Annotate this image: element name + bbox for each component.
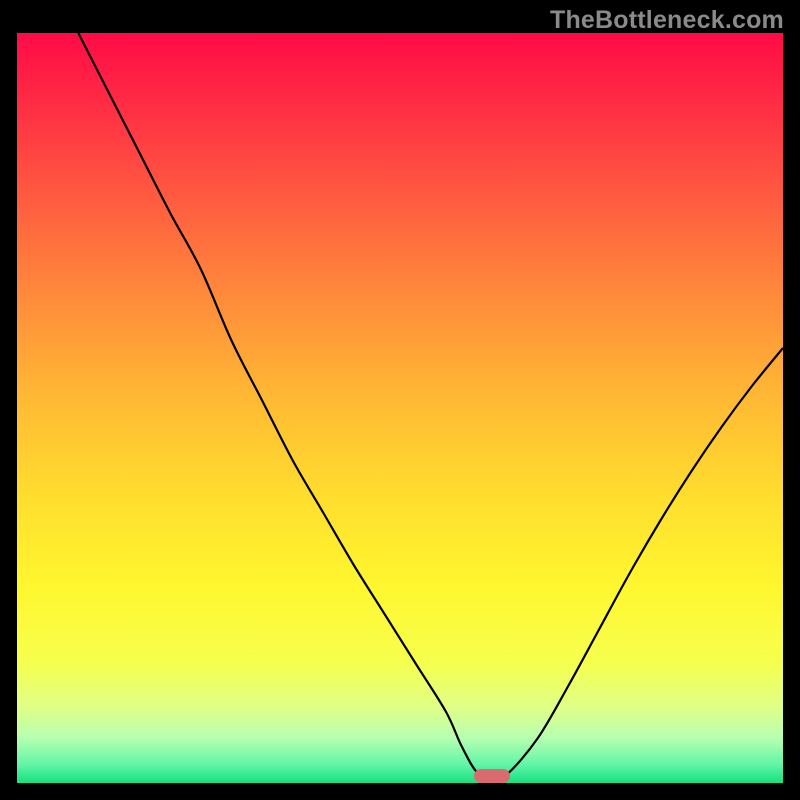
watermark-text: TheBottleneck.com <box>550 6 784 35</box>
minimum-marker <box>474 769 510 783</box>
bottleneck-curve <box>17 33 783 783</box>
chart-frame: TheBottleneck.com <box>0 0 800 800</box>
plot-area <box>17 33 783 783</box>
